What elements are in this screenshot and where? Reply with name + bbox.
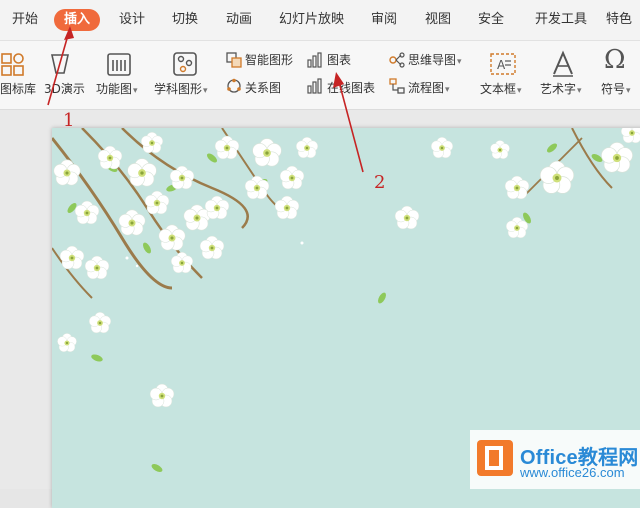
annotation-arrows	[47, 26, 364, 173]
annotation-step-2: 2	[374, 172, 386, 193]
arrow-1-head	[64, 26, 74, 40]
arrow-2-head	[333, 72, 344, 88]
arrow-1-line	[47, 27, 71, 106]
office-logo-icon	[477, 440, 513, 476]
annotation-step-1: 1	[63, 110, 75, 131]
arrow-2-line	[337, 77, 364, 173]
watermark-url: www.office26.com	[520, 465, 625, 480]
